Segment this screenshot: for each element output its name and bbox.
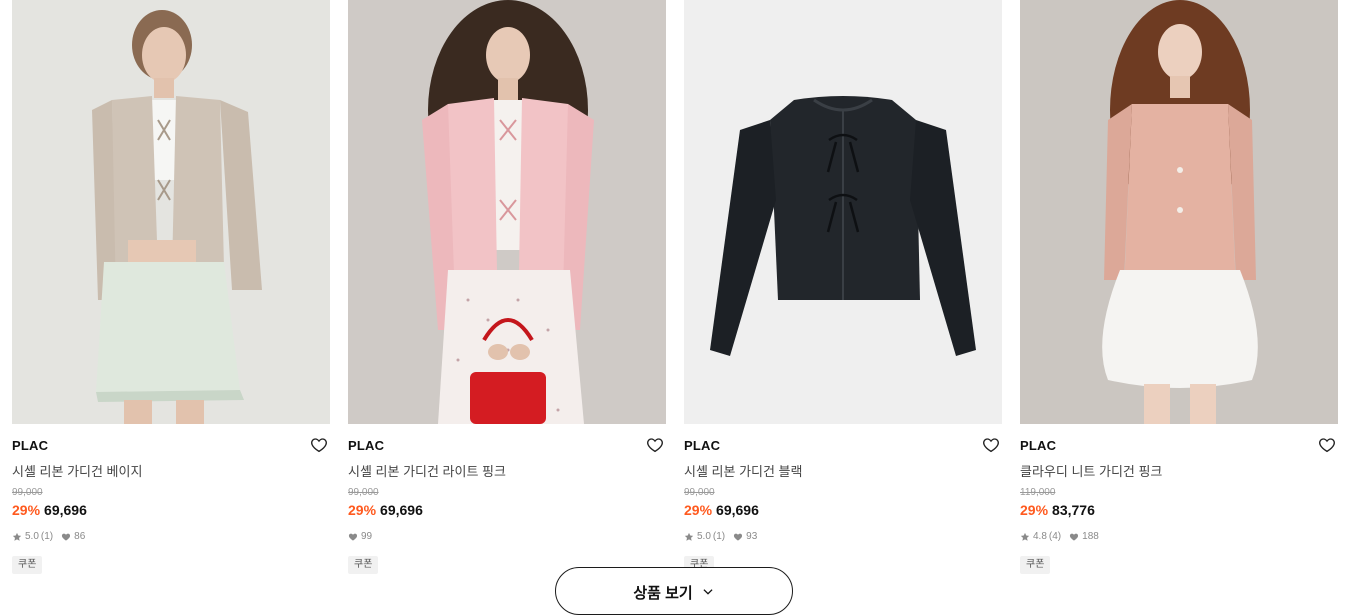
product-photo (1020, 0, 1338, 424)
sale-price: 69,696 (380, 502, 423, 518)
product-name[interactable]: 클라우디 니트 가디건 핑크 (1020, 461, 1162, 480)
heart-filled-icon (348, 533, 358, 541)
coupon-badge: 쿠폰 (1020, 556, 1051, 574)
likes-group: 86 (61, 531, 85, 542)
review-count: (4) (1048, 531, 1062, 542)
product-name[interactable]: 시셸 리본 가디건 블랙 (684, 461, 802, 480)
product-stats: 99 (348, 531, 380, 542)
chevron-down-icon (703, 589, 713, 595)
product-card[interactable]: PLAC 시셸 리본 가디건 베이지 99,000 29% 69,696 5.0 … (12, 0, 330, 594)
product-name[interactable]: 시셸 리본 가디건 베이지 (12, 461, 142, 480)
product-card[interactable]: PLAC 시셸 리본 가디건 라이트 핑크 99,000 29% 69,696 9… (348, 0, 666, 594)
heart-outline-icon[interactable] (646, 436, 664, 454)
like-count: 99 (361, 531, 373, 542)
product-card[interactable]: PLAC 시셸 리본 가디건 블랙 99,000 29% 69,696 5.0 (… (684, 0, 1002, 594)
star-icon (1020, 532, 1030, 541)
original-price: 99,000 (348, 487, 379, 498)
original-price: 119,000 (1020, 487, 1056, 498)
view-more-button[interactable]: 상품 보기 (555, 567, 793, 615)
discount-rate: 29% (12, 502, 41, 518)
like-count: 86 (74, 531, 86, 542)
rating-group: 5.0 (1) (12, 531, 53, 542)
review-count: (1) (712, 531, 726, 542)
brand-name[interactable]: PLAC (684, 438, 720, 453)
rating-value: 5.0 (25, 531, 39, 542)
product-image[interactable] (348, 0, 666, 424)
product-grid: PLAC 시셸 리본 가디건 베이지 99,000 29% 69,696 5.0 … (12, 0, 1342, 594)
original-price: 99,000 (12, 487, 43, 498)
product-name[interactable]: 시셸 리본 가디건 라이트 핑크 (348, 461, 506, 480)
rating-group: 4.8 (4) (1020, 531, 1061, 542)
heart-outline-icon[interactable] (310, 436, 328, 454)
price-line: 29% 69,696 (348, 502, 423, 518)
sale-price: 83,776 (1052, 502, 1095, 518)
heart-filled-icon (1070, 533, 1079, 541)
coupon-badge: 쿠폰 (348, 556, 379, 574)
product-photo (12, 0, 330, 424)
original-price: 99,000 (684, 487, 715, 498)
star-icon (684, 532, 694, 541)
price-line: 29% 69,696 (12, 502, 87, 518)
view-more-label: 상품 보기 (633, 585, 693, 602)
heart-filled-icon (62, 533, 71, 541)
product-image[interactable] (684, 0, 1002, 424)
coupon-badge: 쿠폰 (12, 556, 43, 574)
product-stats: 5.0 (1) 93 (684, 531, 765, 542)
heart-filled-icon (734, 533, 743, 541)
likes-group: 188 (1069, 531, 1099, 542)
heart-outline-icon[interactable] (982, 436, 1000, 454)
price-line: 29% 69,696 (684, 502, 759, 518)
discount-rate: 29% (684, 502, 713, 518)
product-photo (684, 0, 1002, 424)
like-count: 93 (746, 531, 758, 542)
rating-value: 5.0 (697, 531, 711, 542)
heart-outline-icon[interactable] (1318, 436, 1336, 454)
rating-value: 4.8 (1033, 531, 1047, 542)
product-stats: 4.8 (4) 188 (1020, 531, 1107, 542)
likes-group: 93 (733, 531, 757, 542)
product-card[interactable]: PLAC 클라우디 니트 가디건 핑크 119,000 29% 83,776 4.… (1020, 0, 1338, 594)
like-count: 188 (1082, 531, 1099, 542)
review-count: (1) (40, 531, 54, 542)
rating-group: 5.0 (1) (684, 531, 725, 542)
star-icon (12, 532, 22, 541)
product-stats: 5.0 (1) 86 (12, 531, 93, 542)
sale-price: 69,696 (44, 502, 87, 518)
discount-rate: 29% (348, 502, 377, 518)
likes-group: 99 (348, 531, 372, 542)
brand-name[interactable]: PLAC (12, 438, 48, 453)
product-image[interactable] (12, 0, 330, 424)
product-image[interactable] (1020, 0, 1338, 424)
sale-price: 69,696 (716, 502, 759, 518)
brand-name[interactable]: PLAC (1020, 438, 1056, 453)
product-photo (348, 0, 666, 424)
price-line: 29% 83,776 (1020, 502, 1095, 518)
discount-rate: 29% (1020, 502, 1049, 518)
brand-name[interactable]: PLAC (348, 438, 384, 453)
